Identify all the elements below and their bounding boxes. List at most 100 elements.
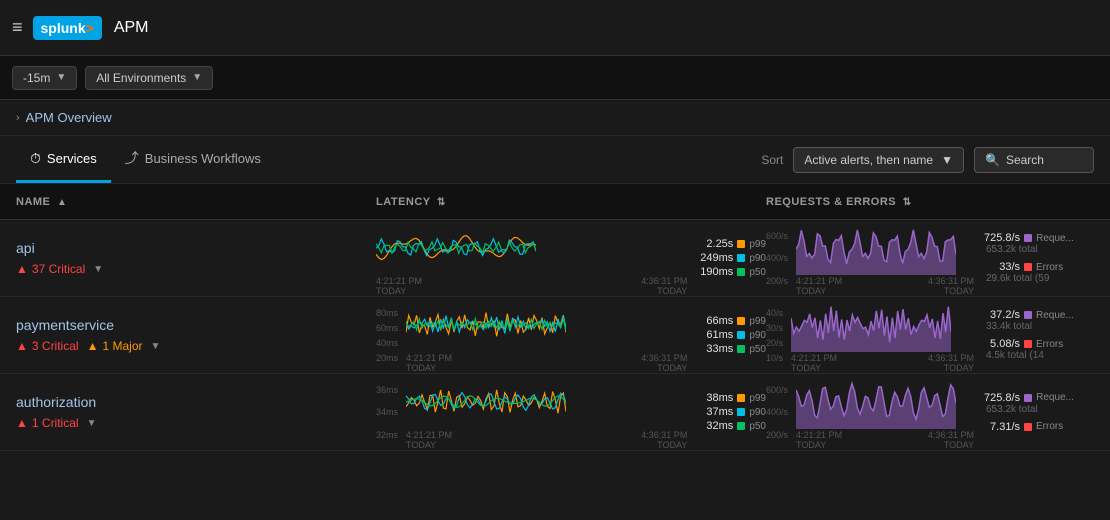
y-axis-label: 20ms [376, 353, 398, 363]
metric-value: 2.25s [697, 238, 733, 250]
latency-metrics: 38ms p99 37ms p90 32ms p50 [697, 392, 766, 432]
y-axis-label: 80ms [376, 308, 398, 318]
logo: splunk> [33, 16, 102, 40]
sort-area: Sort Active alerts, then name ▼ 🔍 Search [761, 147, 1094, 173]
y-axis-label: 20/s [766, 338, 783, 348]
requests-metrics: 725.8/s Reque... 653.2k total 7.31/s Err… [984, 392, 1094, 433]
req-label: Reque... [1036, 233, 1074, 244]
alert-dropdown-button[interactable]: ▼ [93, 264, 103, 275]
search-placeholder: Search [1006, 153, 1044, 167]
latency-time-labels: 4:21:21 PMTODAY 4:36:31 PMTODAY [406, 353, 687, 373]
hamburger-icon[interactable]: ≡ [12, 17, 23, 38]
logo-accent: > [86, 20, 94, 36]
sort-caret-icon: ▼ [941, 153, 953, 167]
time-caret-icon: ▼ [56, 72, 66, 83]
requests-y-axis: 600/s400/s200/s [766, 385, 788, 440]
time-selector[interactable]: -15m ▼ [12, 66, 77, 90]
breadcrumb-link[interactable]: APM Overview [26, 110, 112, 125]
toolbar: -15m ▼ All Environments ▼ [0, 56, 1110, 100]
alert-triangle-icon: ▲ [16, 416, 28, 430]
service-info: authorization ▲ 1 Critical ▼ [16, 394, 376, 430]
alert-critical: ▲ 3 Critical [16, 339, 79, 353]
time-end: 4:36:31 PMTODAY [641, 353, 687, 373]
requests-data: 40/s30/s20/s10/s4:21:21 PMTODAY4:36:31 P… [766, 297, 1094, 373]
tab-workflows[interactable]: ⤴ Business Workflows [111, 136, 275, 183]
metric-value: 32ms [697, 420, 733, 432]
tab-services[interactable]: ⏱ Services [16, 136, 111, 183]
alert-critical: ▲ 1 Critical [16, 416, 79, 430]
service-info: api ▲ 37 Critical▼ [16, 240, 376, 276]
requests-sort-icon: ⇅ [903, 197, 912, 208]
table-row: api ▲ 37 Critical▼4:21:21 PMTODAY4:36:31 … [0, 220, 1110, 297]
time-value: -15m [23, 71, 50, 85]
requests-data: 600/s400/s200/s4:21:21 PMTODAY4:36:31 PM… [766, 220, 1094, 296]
service-info: paymentservice ▲ 3 Critical ▲ 1 Major ▼ [16, 317, 376, 353]
requests-y-axis: 600/s400/s200/s [766, 231, 788, 286]
alert-dropdown-button[interactable]: ▼ [150, 341, 160, 352]
metric-value: 38ms [697, 392, 733, 404]
breadcrumb-chevron-icon: › [16, 112, 20, 124]
y-axis-label: 400/s [766, 253, 788, 263]
metric-p99: 66ms p99 [697, 315, 766, 327]
metric-dot-icon [737, 394, 745, 402]
requests-time-labels: 4:21:21 PMTODAY4:36:31 PMTODAY [796, 430, 974, 450]
service-list: api▲ 37 Critical▼4:21:21 PMTODAY4:36:31 … [0, 220, 1110, 451]
y-axis-label: 40ms [376, 338, 398, 348]
metric-label: p90 [749, 330, 766, 341]
metric-dot-icon [737, 408, 745, 416]
requests-metrics: 725.8/s Reque... 653.2k total 33/s Error… [984, 232, 1094, 284]
requests-time-labels: 4:21:21 PMTODAY4:36:31 PMTODAY [791, 353, 974, 373]
req-total: 653.2k total [986, 244, 1094, 255]
time-end: 4:36:31 PMTODAY [928, 276, 974, 296]
service-name[interactable]: api [16, 240, 376, 256]
err-label: Errors [1036, 421, 1063, 432]
search-icon: 🔍 [985, 153, 1000, 167]
req-label: Reque... [1036, 310, 1074, 321]
req-total: 33.4k total [986, 321, 1094, 332]
y-axis-label: 30/s [766, 323, 783, 333]
metric-label: p50 [749, 267, 766, 278]
metric-value: 61ms [697, 329, 733, 341]
err-total: 29.6k total (59 [986, 273, 1094, 284]
y-axis-label: 200/s [766, 276, 788, 286]
metric-label: p90 [749, 407, 766, 418]
service-name[interactable]: authorization [16, 394, 376, 410]
latency-metrics: 66ms p99 61ms p90 33ms p50 [697, 315, 766, 355]
requests-chart-wrap: 4:21:21 PMTODAY4:36:31 PMTODAY [791, 297, 974, 373]
environment-selector[interactable]: All Environments ▼ [85, 66, 213, 90]
latency-data: 80ms60ms40ms20ms4:21:21 PMTODAY4:36:31 P… [376, 297, 766, 373]
header: ≡ splunk> APM [0, 0, 1110, 56]
metric-p50: 190ms p50 [697, 266, 766, 278]
col-name-header: NAME ▲ [16, 196, 376, 208]
err-dot-icon [1024, 423, 1032, 431]
col-requests-header: REQUESTS & ERRORS ⇅ [766, 196, 1094, 208]
alert-major: ▲ 1 Major [87, 339, 143, 353]
latency-time-labels: 4:21:21 PMTODAY4:36:31 PMTODAY [376, 276, 687, 296]
metric-value: 37ms [697, 406, 733, 418]
time-end: 4:36:31 PMTODAY [641, 276, 687, 296]
time-start: 4:21:21 PMTODAY [406, 353, 452, 373]
alert-triangle-icon: ▲ [16, 262, 28, 276]
metric-p99: 2.25s p99 [697, 238, 766, 250]
alert-dropdown-button[interactable]: ▼ [87, 418, 97, 429]
metric-dot-icon [737, 422, 745, 430]
y-axis-label: 40/s [766, 308, 783, 318]
sort-dropdown[interactable]: Active alerts, then name ▼ [793, 147, 964, 173]
table-row: paymentservice ▲ 3 Critical ▲ 1 Major ▼ 80ms… [0, 297, 1110, 374]
errors-metric: 5.08/s Errors 4.5k total (14 [984, 338, 1094, 361]
services-tab-icon: ⏱ [30, 150, 41, 167]
latency-y-axis: 80ms60ms40ms20ms [376, 308, 398, 363]
metric-label: p50 [749, 344, 766, 355]
latency-data: 4:21:21 PMTODAY4:36:31 PMTODAY 2.25s p99… [376, 220, 766, 296]
y-axis-label: 34ms [376, 407, 398, 417]
metric-dot-icon [737, 345, 745, 353]
breadcrumb: › APM Overview [0, 100, 1110, 136]
err-value: 5.08/s [984, 338, 1020, 350]
time-end: 4:36:31 PMTODAY [928, 430, 974, 450]
service-alerts: ▲ 37 Critical▼ [16, 262, 376, 276]
latency-metrics: 2.25s p99 249ms p90 190ms p50 [697, 238, 766, 278]
metric-dot-icon [737, 331, 745, 339]
search-box[interactable]: 🔍 Search [974, 147, 1094, 173]
sort-label: Sort [761, 153, 783, 167]
service-name[interactable]: paymentservice [16, 317, 376, 333]
